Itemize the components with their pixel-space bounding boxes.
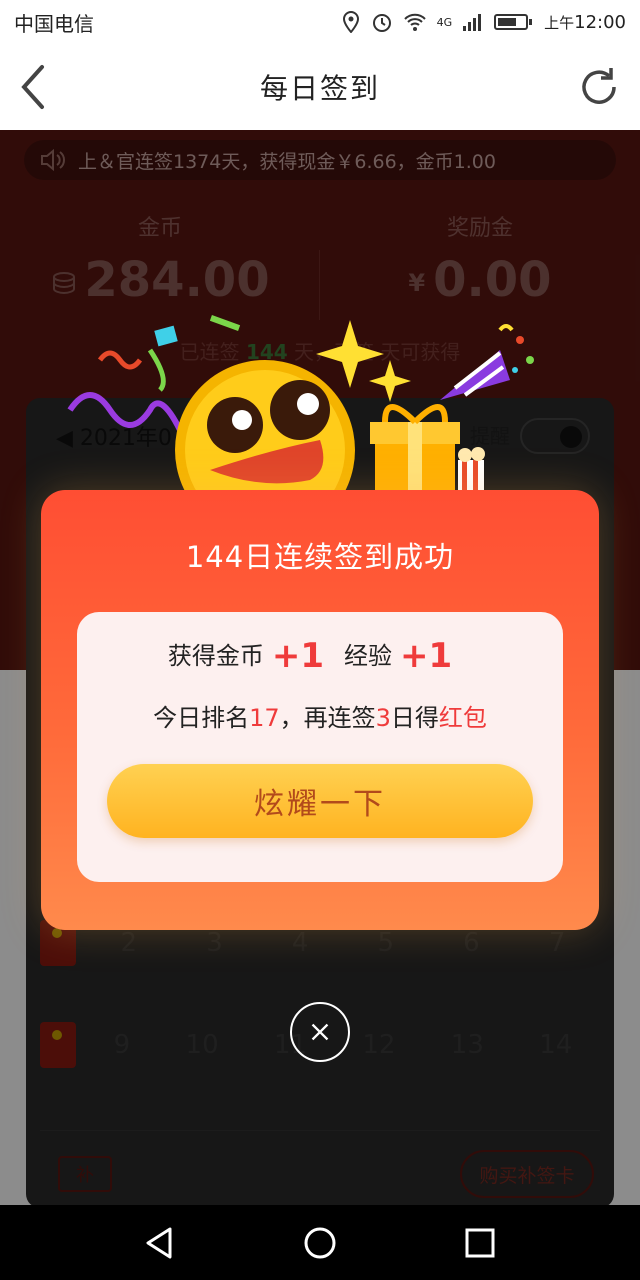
page-title: 每日签到 (259, 72, 380, 105)
coins-earned-label: 获得金币 (167, 642, 264, 670)
title-bar: 每日签到 (0, 44, 640, 130)
rank-prefix: 今日排名 (153, 704, 250, 732)
wifi-icon (403, 13, 426, 31)
close-icon[interactable] (290, 1002, 350, 1062)
location-icon (342, 11, 359, 33)
nav-home-icon[interactable] (302, 1225, 338, 1261)
nav-back-icon[interactable] (142, 1225, 178, 1261)
back-icon[interactable] (14, 62, 54, 112)
reward-card: 获得金币 +1 经验 +1 今日排名17，再连签3日得红包 炫耀一下 (77, 612, 563, 882)
celebration-illustration (67, 315, 534, 500)
time-prefix: 上午 (544, 13, 575, 32)
nav-recents-icon[interactable] (462, 1225, 498, 1261)
network-type: 4G (436, 15, 453, 29)
modal-title: 144日连续签到成功 (185, 540, 455, 574)
reward-type: 红包 (438, 704, 487, 732)
exp-value: +1 (400, 636, 453, 676)
refresh-icon[interactable] (576, 64, 622, 110)
rank-suffix: 日得 (390, 704, 439, 732)
status-icons: 4G 上午12:00 (341, 11, 626, 33)
days-remaining: 3 (375, 704, 391, 732)
rank-middle: ，再连签 (279, 704, 376, 732)
carrier-name: 中国电信 (14, 11, 94, 36)
show-off-button[interactable]: 炫耀一下 (107, 764, 533, 838)
reward-line: 获得金币 +1 经验 +1 (77, 636, 563, 676)
signal-icon (463, 14, 482, 31)
system-nav-bar (0, 1205, 640, 1280)
rank-value: 17 (249, 704, 280, 732)
exp-label: 经验 (344, 642, 392, 670)
battery-icon (494, 14, 533, 30)
checkin-success-modal: 144日连续签到成功 获得金币 +1 经验 +1 今日排名17，再连签3日得红包 炫耀… (41, 490, 599, 930)
rank-line: 今日排名17，再连签3日得红包 (77, 698, 563, 733)
coins-earned-value: +1 (271, 636, 324, 676)
status-bar: 中国电信 4G 上午12:00 (0, 0, 640, 44)
alarm-icon (372, 14, 391, 32)
clock: 12:00 (574, 11, 626, 33)
